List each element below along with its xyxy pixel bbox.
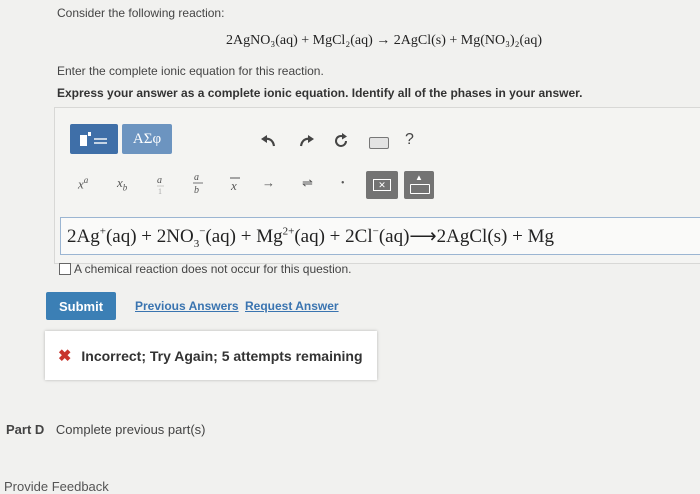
answer-input[interactable]: 2Ag+(aq) + 2NO3−(aq) + Mg2+(aq) + 2Cl−(a… — [60, 217, 700, 255]
svg-text:x: x — [230, 178, 237, 193]
subscript-button[interactable]: xb — [117, 175, 127, 193]
redo-button[interactable] — [297, 131, 317, 151]
reset-button[interactable] — [331, 131, 351, 151]
templates-button[interactable] — [70, 124, 118, 154]
no-reaction-checkbox[interactable] — [59, 263, 71, 275]
fraction-icon: a b — [193, 172, 203, 196]
presubscript-icon: a 1 — [157, 175, 164, 196]
no-reaction-option[interactable]: A chemical reaction does not occur for t… — [59, 262, 351, 276]
help-icon[interactable]: ? — [405, 131, 414, 149]
answer-subscript: 3 — [193, 237, 200, 250]
delete-button[interactable]: ✕ — [366, 171, 398, 199]
overline-button[interactable]: x — [229, 175, 241, 197]
presubscript-button[interactable]: a 1 — [155, 172, 167, 200]
answer-term: (aq)⟶2AgCl(s) + Mg — [378, 226, 554, 247]
instruction-text: Express your answer as a complete ionic … — [57, 86, 583, 100]
caret-up-icon: ▲ — [415, 173, 423, 182]
submit-button[interactable]: Submit — [46, 292, 116, 320]
answer-term: 2Ag — [67, 226, 100, 247]
svg-text:1: 1 — [158, 187, 162, 196]
equilibrium-button[interactable]: ⇌ — [302, 175, 313, 191]
part-d-text: Complete previous part(s) — [55, 422, 206, 437]
redo-icon — [299, 135, 314, 147]
templates-icon — [80, 132, 107, 146]
previous-answers-link[interactable]: Previous Answers — [135, 299, 239, 313]
svg-text:a: a — [194, 172, 199, 183]
keyboard-icon — [410, 184, 430, 194]
undo-icon — [261, 135, 276, 147]
arrow-icon: → — [262, 175, 275, 190]
error-x-icon: ✖ — [58, 347, 72, 365]
delete-icon: ✕ — [373, 179, 391, 191]
keyboard-toggle-button[interactable]: ▲ — [404, 171, 434, 199]
answer-expression: 2Ag+(aq) + 2NO3−(aq) + Mg2+(aq) + 2Cl−(a… — [67, 225, 554, 250]
request-answer-link[interactable]: Request Answer — [245, 299, 339, 313]
reaction-equation: 2AgNO₃(aq) + MgCl₂(aq) → 2AgCl(s) + Mg(N… — [226, 33, 543, 48]
overline-icon: x — [230, 177, 240, 193]
dot-icon: • — [341, 178, 345, 189]
answer-term: (aq) + 2Cl — [294, 226, 373, 247]
superscript-exponent: a — [83, 175, 89, 185]
subscript-index: b — [122, 182, 128, 193]
feedback-text: Incorrect; Try Again; 5 attempts remaini… — [81, 347, 363, 364]
reset-icon — [335, 133, 347, 147]
dot-button[interactable]: • — [341, 178, 345, 189]
superscript-button[interactable]: xa — [78, 175, 88, 192]
no-reaction-label: A chemical reaction does not occur for t… — [74, 262, 352, 276]
feedback-box: ✖ Incorrect; Try Again; 5 attempts remai… — [45, 331, 377, 380]
fraction-button[interactable]: a b — [192, 170, 204, 200]
svg-text:b: b — [194, 185, 199, 196]
svg-text:a: a — [157, 175, 162, 186]
question-text: Consider the following reaction: — [57, 6, 225, 20]
prompt-text: Enter the complete ionic equation for th… — [57, 64, 324, 78]
arrow-button[interactable]: → — [262, 175, 275, 191]
undo-button[interactable] — [258, 131, 278, 151]
answer-term: (aq) + Mg — [205, 226, 283, 247]
part-d-label: Part D — [6, 422, 45, 437]
answer-superscript: 2+ — [282, 225, 295, 238]
equilibrium-icon: ⇌ — [302, 175, 313, 190]
greek-letters-button[interactable]: ΑΣφ — [122, 124, 172, 154]
keyboard-shortcuts-icon[interactable] — [369, 137, 389, 149]
greek-letters-icon: ΑΣφ — [132, 130, 162, 147]
part-d[interactable]: Part D Complete previous part(s) — [6, 422, 205, 437]
answer-term: (aq) + 2NO — [105, 226, 194, 247]
